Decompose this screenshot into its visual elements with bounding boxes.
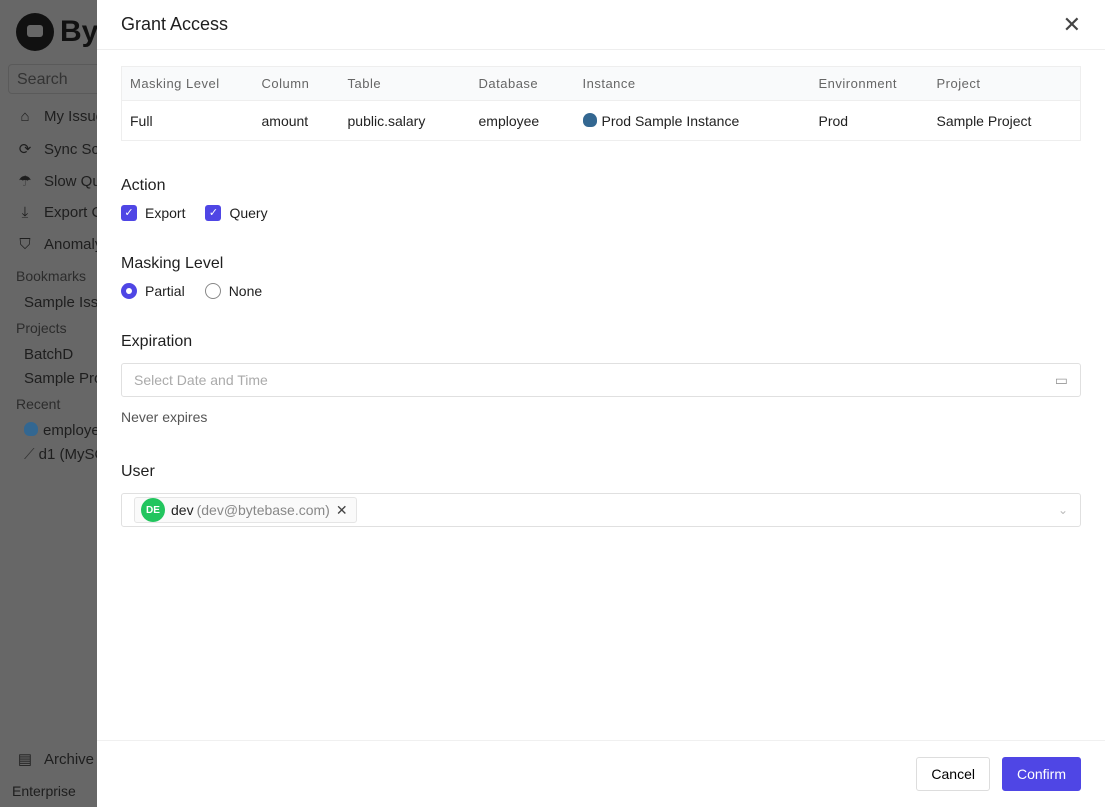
action-label: Action <box>121 177 166 194</box>
column-header: Environment <box>810 66 929 101</box>
sensitive-column-table: Masking Level Column Table Database Inst… <box>121 66 1081 141</box>
label: Partial <box>145 283 185 299</box>
download-icon: ⤓ <box>21 204 29 221</box>
chevron-down-icon[interactable]: ⌄ <box>1058 503 1068 517</box>
grant-access-drawer: Grant Access ✕ Masking Level Column Tabl… <box>97 0 1105 807</box>
sidebar-item-archive[interactable]: ▤ Archive <box>16 750 95 769</box>
expiration-hint: Never expires <box>121 409 208 425</box>
user-tag: DE dev (dev@bytebase.com) ✕ <box>134 497 357 523</box>
avatar: DE <box>141 498 165 522</box>
column-header: Column <box>253 66 340 101</box>
calendar-icon[interactable]: ▭ <box>1055 372 1068 389</box>
cell: Sample Project <box>936 112 1032 129</box>
cell: amount <box>261 112 309 129</box>
label: Query <box>229 205 268 221</box>
cell: employee <box>478 112 540 129</box>
recent-heading: Recent <box>16 396 61 412</box>
dialog-title: Grant Access <box>121 14 229 34</box>
label: Export <box>145 205 186 221</box>
plan-label: Enterprise <box>12 783 76 799</box>
cell: public.salary <box>347 112 426 129</box>
remove-user-icon[interactable]: ✕ <box>336 502 348 519</box>
logo-icon <box>16 13 54 51</box>
confirm-button[interactable]: Confirm <box>1001 757 1081 791</box>
column-header: Table <box>339 66 471 101</box>
none-radio[interactable]: None <box>204 283 263 299</box>
expiration-datetime-input[interactable]: Select Date and Time ▭ <box>121 363 1081 397</box>
table-row: Full amount public.salary employee Prod … <box>122 101 1081 141</box>
postgres-icon <box>24 422 38 436</box>
instance-name: Prod Sample Instance <box>601 112 740 129</box>
cell-instance: Prod Sample Instance <box>575 101 811 141</box>
column-header: Database <box>470 66 575 101</box>
archive-icon: ▤ <box>17 751 33 768</box>
label: None <box>228 283 263 299</box>
placeholder: Select Date and Time <box>134 372 268 388</box>
recent-item[interactable]: employee <box>24 422 108 439</box>
column-header: Instance <box>574 66 811 101</box>
sync-icon: ⟳ <box>18 141 32 158</box>
user-name: dev <box>171 502 194 518</box>
label: Archive <box>44 750 95 768</box>
masking-level-label: Masking Level <box>121 255 224 272</box>
checkbox-checked-icon: ✓ <box>205 205 222 221</box>
checkbox-checked-icon: ✓ <box>121 205 137 221</box>
home-icon: ⌂ <box>20 108 30 125</box>
radio-icon <box>204 283 221 299</box>
column-header: Masking Level <box>121 66 254 101</box>
projects-heading: Projects <box>16 320 67 336</box>
export-checkbox[interactable]: ✓ Export <box>121 205 185 221</box>
partial-radio[interactable]: Partial <box>121 283 185 299</box>
query-checkbox[interactable]: ✓ Query <box>205 205 268 221</box>
postgres-icon <box>582 112 597 127</box>
user-label: User <box>121 463 155 480</box>
project-item[interactable]: BatchD <box>24 346 73 363</box>
bookmarks-heading: Bookmarks <box>16 268 87 284</box>
radio-selected-icon <box>121 283 137 299</box>
cell: Prod <box>818 112 849 129</box>
mysql-icon: ⟋ <box>24 446 39 463</box>
cell: Full <box>130 112 153 129</box>
close-icon[interactable]: ✕ <box>1063 12 1081 38</box>
user-email: (dev@bytebase.com) <box>196 502 330 518</box>
logo[interactable]: By <box>16 13 98 51</box>
turtle-icon: ☂ <box>18 173 32 190</box>
shield-icon: ⛉ <box>19 236 31 253</box>
user-select[interactable]: DE dev (dev@bytebase.com) ✕ ⌄ <box>121 493 1081 527</box>
logo-text: By <box>60 15 99 48</box>
cancel-button[interactable]: Cancel <box>916 757 990 791</box>
column-header: Project <box>928 66 1081 101</box>
expiration-label: Expiration <box>121 333 193 350</box>
